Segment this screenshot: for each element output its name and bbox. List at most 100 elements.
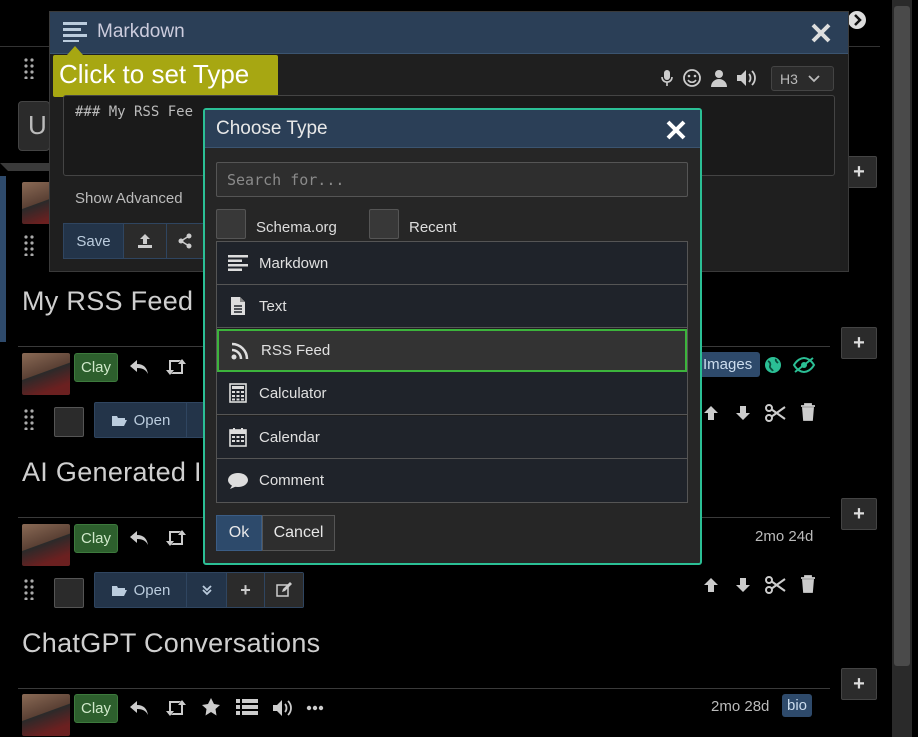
comment-icon [227,472,249,490]
list-icon[interactable] [236,698,258,716]
save-button[interactable]: Save [64,224,124,258]
plus-icon: + [853,160,865,183]
schema-org-checkbox[interactable] [216,209,246,239]
heading-select-value: H3 [780,70,798,87]
choose-type-title: Choose Type [216,118,328,139]
partial-input[interactable]: U [18,101,50,151]
reply-icon[interactable] [128,697,150,719]
close-icon[interactable] [810,22,832,44]
recent-checkbox[interactable] [369,209,399,239]
arrow-up-icon[interactable] [702,404,720,422]
calculator-icon [227,383,249,403]
drag-handle-icon[interactable] [24,57,34,79]
arrow-down-icon[interactable] [734,404,752,422]
type-item-label: Text [259,297,287,315]
share-button[interactable] [167,224,203,258]
type-item-rss-feed[interactable]: RSS Feed [217,329,687,372]
plus-icon: + [853,502,865,525]
type-item-text[interactable]: Text [217,285,687,328]
show-advanced-label[interactable]: Show Advanced [75,190,183,207]
folder-open-icon [111,414,127,427]
expand-button[interactable] [187,573,227,607]
arrow-up-icon[interactable] [702,576,720,594]
trash-icon[interactable] [800,575,816,593]
chevron-down-icon [808,74,820,83]
heading-select[interactable]: H3 [771,66,834,91]
avatar[interactable] [22,694,70,736]
repost-icon[interactable] [164,528,188,548]
node-title[interactable]: AI Generated I [22,457,202,488]
scissors-icon[interactable] [765,576,787,594]
select-checkbox[interactable] [54,578,84,608]
user-badge[interactable]: Clay [74,524,119,553]
user-badge[interactable]: Clay [74,694,119,723]
plus-icon: + [240,579,251,600]
open-button-group[interactable]: Open [94,402,206,438]
drag-handle-icon[interactable] [24,234,34,256]
node-title[interactable]: My RSS Feed [22,286,193,317]
user-icon[interactable] [710,69,728,87]
align-left-icon[interactable] [63,22,89,42]
select-checkbox[interactable] [54,407,84,437]
scrollbar-thumb[interactable] [894,6,910,666]
user-badge[interactable]: Clay [74,353,119,382]
drag-handle-icon[interactable] [24,408,34,430]
scissors-icon[interactable] [765,404,787,422]
open-label: Open [133,411,171,429]
decor-edge [0,163,50,171]
file-text-icon [227,296,249,316]
speaker-icon[interactable] [272,698,294,718]
reply-icon[interactable] [128,356,150,378]
upload-icon [137,233,153,249]
node-title[interactable]: ChatGPT Conversations [22,628,320,659]
editor-button-bar: Save [63,223,204,259]
add-child-button[interactable]: + [227,573,265,607]
calendar-icon [227,427,249,447]
eye-slash-icon[interactable] [792,356,816,374]
edit-button[interactable] [265,573,303,607]
images-badge[interactable]: Images [695,352,761,377]
plus-icon: + [853,672,865,695]
type-item-markdown[interactable]: Markdown [217,242,687,285]
type-item-comment[interactable]: Comment [217,459,687,502]
star-icon[interactable] [201,697,221,717]
reply-icon[interactable] [128,527,150,549]
type-item-label: Markdown [259,254,329,272]
repost-icon[interactable] [164,357,188,377]
edit-icon [276,582,292,598]
drag-handle-icon[interactable] [24,578,34,600]
trash-icon[interactable] [800,403,816,421]
open-button-group[interactable]: Open + [94,572,304,608]
close-icon[interactable] [665,119,687,141]
type-item-calendar[interactable]: Calendar [217,416,687,459]
repost-icon[interactable] [164,698,188,718]
cancel-button[interactable]: Cancel [262,515,335,551]
editor-toolbar [660,68,758,88]
smiley-icon[interactable] [682,68,702,88]
add-node-button[interactable]: + [841,327,877,359]
ok-button[interactable]: Ok [216,515,262,551]
recent-label[interactable]: Recent [409,219,457,236]
plus-icon: + [853,331,865,354]
type-item-calculator[interactable]: Calculator [217,372,687,415]
add-node-button[interactable]: + [841,668,877,700]
upload-button[interactable] [124,224,167,258]
share-icon [177,233,193,249]
globe-icon[interactable] [764,356,782,374]
editor-title: Markdown [97,21,185,42]
avatar[interactable] [22,353,70,395]
speaker-icon[interactable] [736,68,758,88]
next-arrow-icon[interactable] [848,11,866,29]
microphone-icon[interactable] [660,69,674,87]
bio-badge[interactable]: bio [782,694,813,717]
type-search-input[interactable] [216,162,688,197]
more-icon[interactable] [306,705,324,711]
timestamp: 2mo 28d [711,698,770,715]
avatar[interactable] [22,524,70,566]
type-item-label: Comment [259,472,325,489]
schema-org-label[interactable]: Schema.org [256,219,337,236]
open-button[interactable]: Open [95,403,187,437]
add-node-button[interactable]: + [841,498,877,530]
open-button[interactable]: Open [95,573,187,607]
arrow-down-icon[interactable] [734,576,752,594]
